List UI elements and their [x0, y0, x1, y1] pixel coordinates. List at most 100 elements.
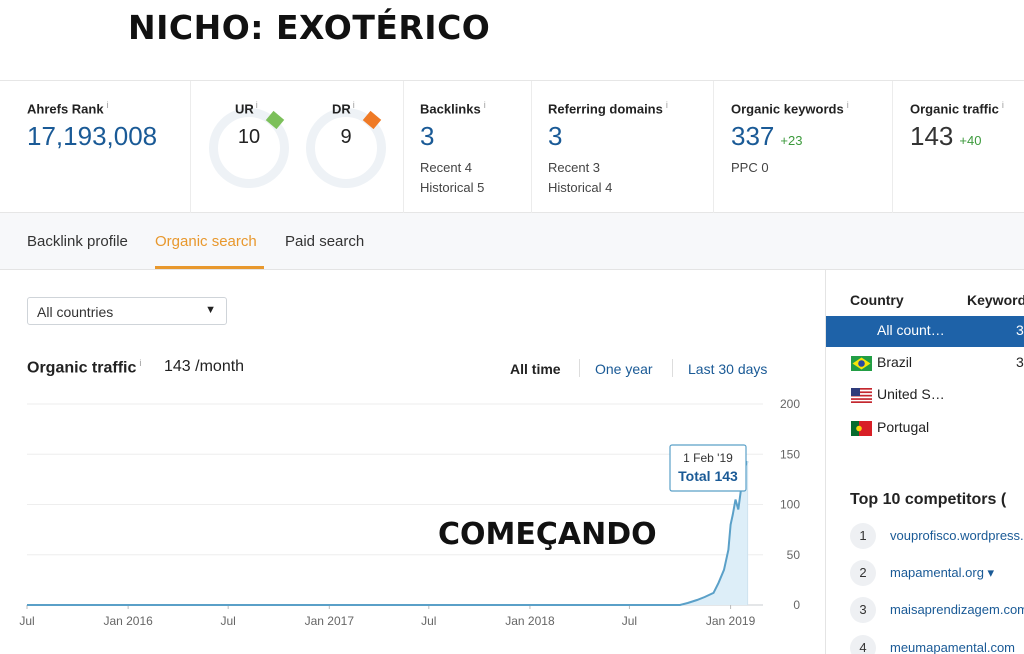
keywords-column-header[interactable]: Keywords [967, 292, 1024, 308]
right-panel: Country Keywords All count… 3 Brazil 3 U… [825, 270, 1024, 654]
y-tick-label: 150 [780, 447, 800, 461]
us-flag-icon [851, 388, 872, 403]
active-tab-indicator [155, 266, 264, 269]
ahrefs-rank-metric: Ahrefs Rank i 17,193,008 [0, 81, 190, 213]
info-icon[interactable]: i [107, 100, 109, 110]
competitor-row[interactable]: 2 mapamental.org ▾ [850, 560, 1024, 588]
backlinks-label: Backlinks i [420, 100, 486, 117]
organic-traffic-monthly: 143 /month [164, 358, 245, 375]
tab-paid-search[interactable]: Paid search [285, 233, 364, 250]
country-row[interactable]: All count… 3 [826, 316, 1024, 347]
chart-tooltip: 1 Feb '19 Total 143 [669, 444, 747, 492]
y-tick-label: 50 [787, 548, 801, 562]
annotation-text: COMEÇANDO [438, 517, 657, 552]
referring-domains-value[interactable]: 3 [548, 121, 562, 152]
referring-domains-metric: Referring domains i 3 Recent 3 Historical… [531, 81, 713, 213]
ur-label: UR i [235, 100, 258, 117]
x-tick-label: Jan 2017 [305, 614, 355, 628]
referring-domains-label: Referring domains i [548, 100, 668, 117]
organic-traffic-title: Organic traffic i [27, 358, 142, 377]
competitor-rank: 2 [850, 560, 876, 586]
backlinks-metric: Backlinks i 3 Recent 4 Historical 5 [403, 81, 531, 213]
info-icon[interactable]: i [353, 100, 355, 110]
report-tabs: Backlink profile Organic search Paid sea… [0, 213, 1024, 270]
tab-backlink-profile[interactable]: Backlink profile [27, 233, 128, 250]
info-icon[interactable]: i [1002, 100, 1004, 110]
country-name: All count… [877, 322, 945, 338]
country-keywords: 3 [1016, 322, 1024, 338]
tab-organic-search[interactable]: Organic search [155, 233, 257, 250]
y-tick-label: 100 [780, 498, 800, 512]
organic-keywords-label: Organic keywords i [731, 100, 849, 117]
ur-dr-metric: UR i 10 DR i 9 [190, 81, 403, 213]
range-one-year[interactable]: One year [595, 361, 653, 377]
y-tick-label: 0 [793, 598, 800, 612]
x-tick-label: Jan 2019 [706, 614, 756, 628]
range-last-30-days[interactable]: Last 30 days [688, 361, 767, 377]
y-tick-label: 200 [780, 397, 800, 411]
country-name: Brazil [877, 354, 913, 370]
competitor-domain[interactable]: maisaprendizagem.com [890, 602, 1024, 617]
referring-domains-recent[interactable]: Recent 3 [548, 160, 600, 175]
x-tick-label: Jul [221, 614, 236, 628]
x-tick-label: Jul [19, 614, 34, 628]
country-name: United S… [877, 386, 945, 402]
info-icon[interactable]: i [256, 100, 258, 110]
range-divider [672, 359, 673, 377]
info-icon[interactable]: i [484, 100, 486, 110]
competitor-row[interactable]: 1 vouprofisco.wordpress.com [850, 523, 1024, 551]
organic-traffic-chart[interactable]: 200 150 100 50 0 Jul Jan 2016 Jul Jan 2017 Jul Jan… [0, 395, 815, 654]
competitor-domain[interactable]: vouprofisco.wordpress.com [890, 528, 1024, 543]
organic-keywords-delta: +23 [780, 133, 803, 148]
competitor-rank: 1 [850, 523, 876, 549]
headline-title: NICHO: EXOTÉRICO [128, 8, 491, 47]
info-icon[interactable]: i [666, 100, 668, 110]
x-tick-label: Jul [622, 614, 637, 628]
range-divider [579, 359, 580, 377]
dr-label: DR i [332, 100, 355, 117]
organic-keywords-value[interactable]: 337 +23 [731, 121, 802, 152]
organic-traffic-delta: +40 [959, 133, 982, 148]
organic-keywords-metric: Organic keywords i 337 +23 PPC 0 [713, 81, 892, 213]
x-tick-label: Jan 2016 [103, 614, 153, 628]
competitors-title: Top 10 competitors ( [850, 491, 1007, 508]
tooltip-date: 1 Feb '19 [683, 451, 733, 465]
countries-select-value: All countries [37, 304, 114, 320]
country-row[interactable]: Portugal [826, 413, 1024, 444]
competitor-domain[interactable]: mapamental.org ▾ [890, 565, 994, 581]
brazil-flag-icon [851, 356, 872, 371]
dr-value: 9 [340, 126, 352, 148]
x-tick-label: Jan 2018 [505, 614, 555, 628]
countries-select[interactable]: All countries ▼ [27, 297, 227, 325]
info-icon[interactable]: i [139, 358, 141, 368]
country-row[interactable]: Brazil 3 [826, 348, 1024, 379]
chart-grid [27, 403, 763, 606]
chevron-down-icon: ▼ [205, 304, 216, 316]
competitor-row[interactable]: 3 maisaprendizagem.com [850, 597, 1024, 625]
info-icon[interactable]: i [847, 100, 849, 110]
organic-traffic-value[interactable]: 143 +40 [910, 121, 981, 152]
organic-traffic-metric: Organic traffic i 143 +40 [892, 81, 1024, 213]
ahrefs-rank-value[interactable]: 17,193,008 [27, 121, 157, 152]
competitor-rank: 3 [850, 597, 876, 623]
x-tick-label: Jul [421, 614, 436, 628]
ur-value: 10 [237, 126, 261, 148]
country-keywords: 3 [1016, 354, 1024, 370]
organic-traffic-label: Organic traffic i [910, 100, 1004, 117]
ahrefs-rank-label: Ahrefs Rank i [27, 100, 109, 117]
competitor-row[interactable]: 4 meumapamental.com [850, 635, 1024, 654]
portugal-flag-icon [851, 421, 872, 436]
range-all-time[interactable]: All time [510, 361, 561, 377]
ppc-value: PPC 0 [731, 160, 769, 175]
country-name: Portugal [877, 419, 930, 435]
country-row[interactable]: United S… [826, 380, 1024, 411]
competitor-domain[interactable]: meumapamental.com [890, 640, 1015, 654]
backlinks-value[interactable]: 3 [420, 121, 434, 152]
country-column-header[interactable]: Country [850, 292, 904, 308]
backlinks-recent[interactable]: Recent 4 [420, 160, 472, 175]
tooltip-total: Total 143 [678, 468, 738, 484]
chart-ticks: 200 150 100 50 0 Jul Jan 2016 Jul Jan 2017 Jul Jan… [19, 397, 800, 628]
referring-domains-historical[interactable]: Historical 4 [548, 180, 612, 195]
backlinks-historical[interactable]: Historical 5 [420, 180, 484, 195]
competitor-rank: 4 [850, 635, 876, 654]
